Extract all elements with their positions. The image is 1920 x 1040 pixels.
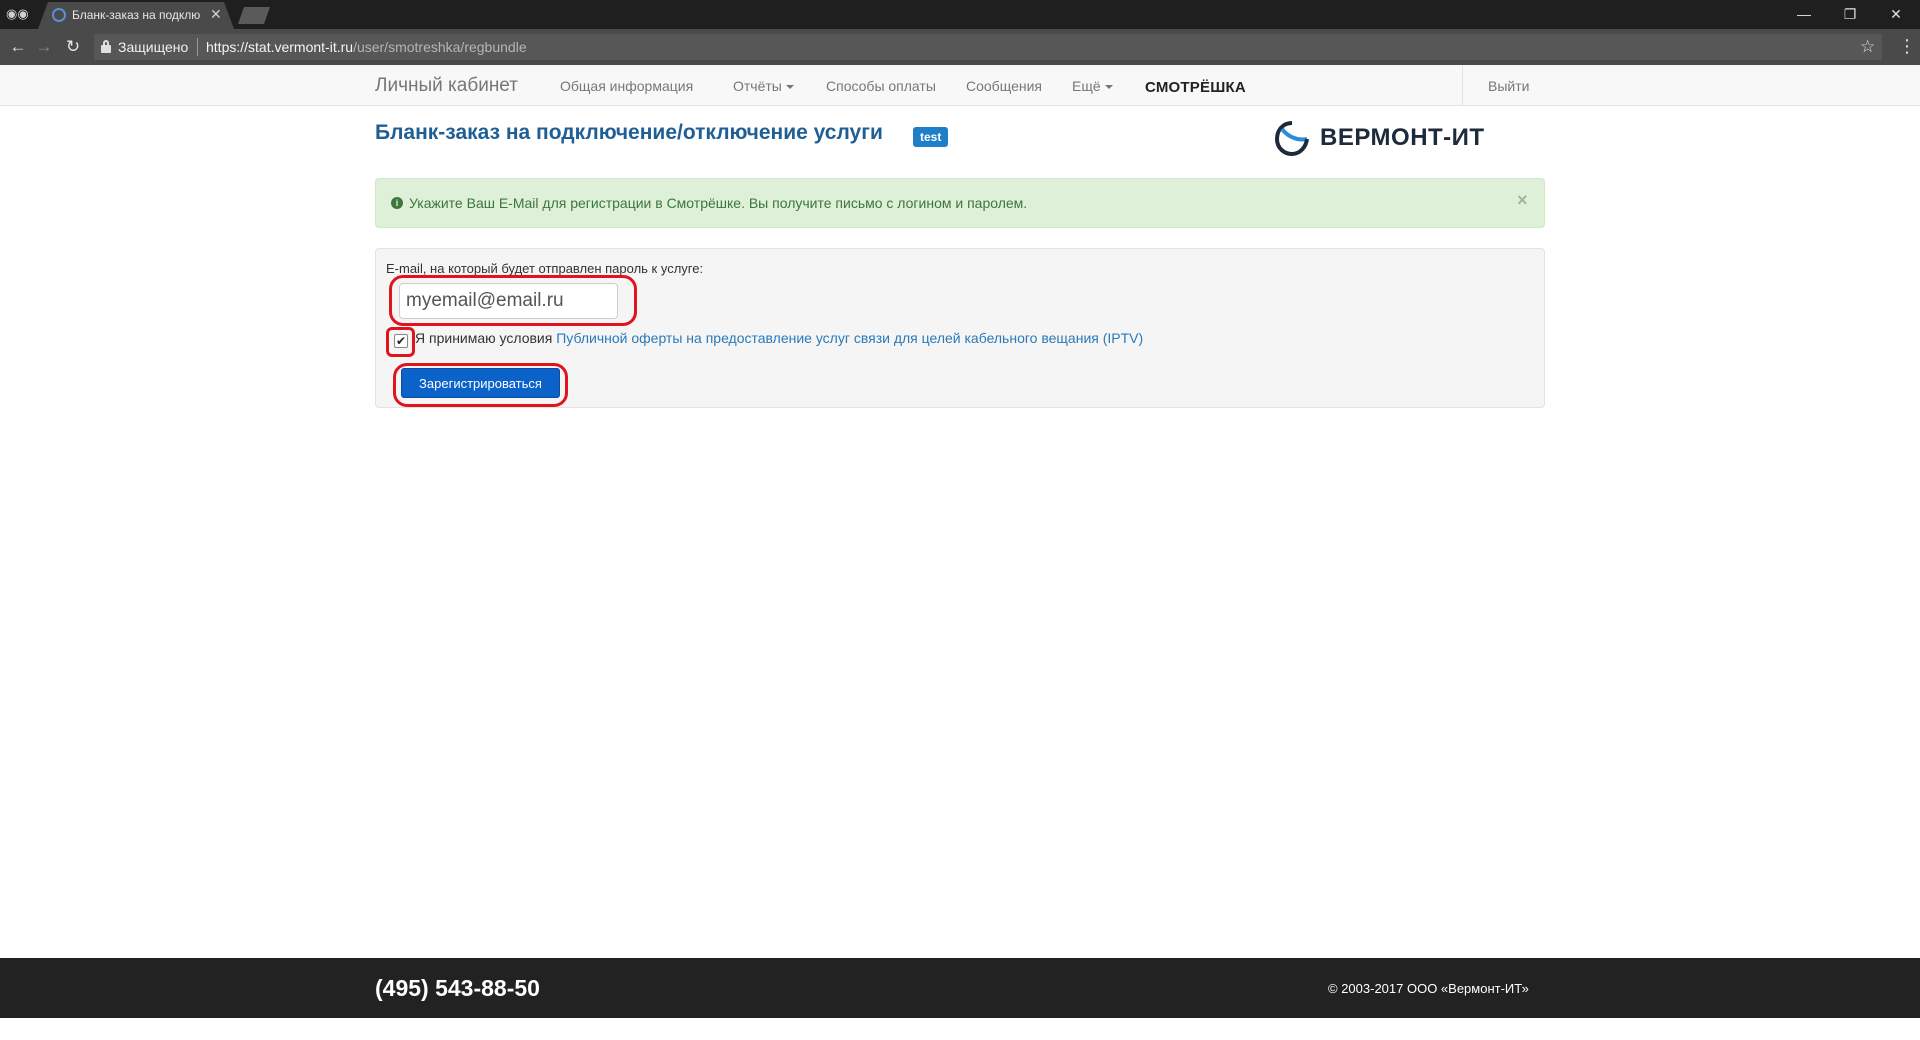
email-highlight-annotation xyxy=(389,275,637,326)
url-host: https://stat.vermont-it.ru xyxy=(206,39,354,55)
caret-down-icon xyxy=(785,85,794,90)
navbar-brand[interactable]: Личный кабинет xyxy=(375,75,518,97)
offer-link[interactable]: Публичной оферты на предоставление услуг… xyxy=(556,330,1143,346)
forward-arrow-icon[interactable]: → xyxy=(34,37,54,57)
tab-title: Бланк-заказ на подклю xyxy=(72,8,201,22)
bookmark-star-icon[interactable]: ☆ xyxy=(1860,37,1875,57)
terms-text: Я принимаю условия Публичной оферты на п… xyxy=(415,330,1143,346)
url-text[interactable]: https://stat.vermont-it.ru/user/smotresh… xyxy=(206,39,527,55)
checkbox-highlight-annotation xyxy=(386,327,415,357)
incognito-icon: ◉◉ xyxy=(6,6,29,21)
footer-copyright: © 2003-2017 ООО «Вермонт-ИТ» xyxy=(1328,981,1529,996)
alert-close-button[interactable]: × xyxy=(1517,190,1528,211)
reload-icon[interactable]: ↻ xyxy=(63,37,83,57)
smotreshka-logo[interactable]: СМОТРЁШКА xyxy=(1145,79,1246,96)
url-separator xyxy=(197,38,198,56)
email-label: E-mail, на который будет отправлен парол… xyxy=(386,261,704,276)
tab-close-icon[interactable]: ✕ xyxy=(210,6,222,23)
terms-prefix: Я принимаю условия xyxy=(415,330,557,346)
nav-item-reports-label: Отчёты xyxy=(733,78,782,94)
tab-favicon-icon xyxy=(52,8,66,22)
nav-item-payment[interactable]: Способы оплаты xyxy=(826,78,936,94)
window-close-icon[interactable]: ✕ xyxy=(1873,4,1919,26)
site-footer xyxy=(0,958,1920,1018)
footer-phone: (495) 543-88-50 xyxy=(375,975,540,1001)
security-label: Защищено xyxy=(118,39,189,55)
caret-down-icon xyxy=(1104,85,1113,90)
logout-link[interactable]: Выйти xyxy=(1488,78,1529,94)
back-arrow-icon[interactable]: ← xyxy=(8,37,28,57)
lock-icon xyxy=(101,40,111,53)
info-icon: i xyxy=(391,197,403,209)
restore-icon[interactable]: ❐ xyxy=(1827,4,1873,26)
nav-item-more[interactable]: Ещё xyxy=(1072,78,1113,94)
button-highlight-annotation xyxy=(393,363,568,407)
nav-item-general[interactable]: Общая информация xyxy=(560,78,693,94)
company-logo: ВЕРМОНТ-ИТ xyxy=(1320,124,1485,151)
browser-menu-icon[interactable]: ⋮ xyxy=(1898,36,1916,56)
site-navbar xyxy=(0,65,1920,106)
vermont-logo-icon xyxy=(1274,121,1309,156)
nav-item-more-label: Ещё xyxy=(1072,78,1101,94)
test-badge: test xyxy=(913,127,949,147)
alert-text: Укажите Ваш E-Mail для регистрации в Смо… xyxy=(409,195,1028,211)
page-title: Бланк-заказ на подключение/отключение ус… xyxy=(375,121,883,144)
nav-item-reports[interactable]: Отчёты xyxy=(733,78,794,94)
nav-item-messages[interactable]: Сообщения xyxy=(966,78,1042,94)
minimize-icon[interactable]: — xyxy=(1781,4,1827,26)
navbar-divider xyxy=(1462,65,1463,106)
url-path: /user/smotreshka/regbundle xyxy=(353,39,527,55)
browser-tab-strip xyxy=(0,0,1920,29)
